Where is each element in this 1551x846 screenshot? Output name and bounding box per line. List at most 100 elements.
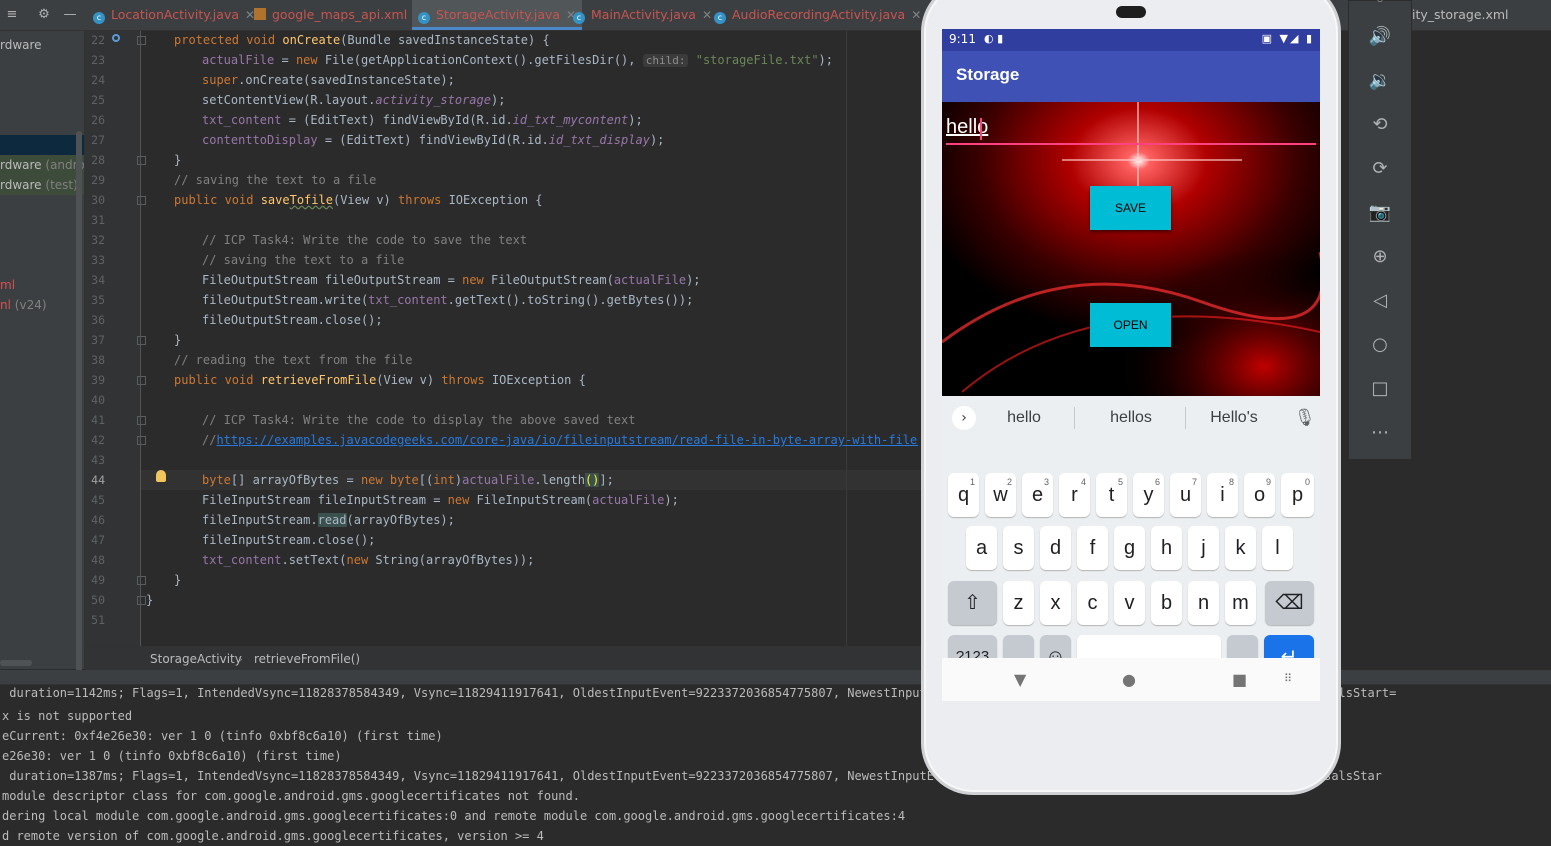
fold-marker-icon[interactable] bbox=[137, 436, 146, 445]
key-u[interactable]: u7 bbox=[1170, 473, 1201, 517]
log-line: x is not supported bbox=[2, 709, 133, 723]
project-item-selected[interactable] bbox=[0, 135, 84, 155]
code-line: // saving the text to a file bbox=[202, 253, 405, 267]
gutter: 22 23 24 25 26 27 28 29 30 31 32 33 34 3… bbox=[85, 31, 146, 646]
line-number: 37 bbox=[91, 333, 105, 347]
key-k[interactable]: k bbox=[1225, 526, 1256, 570]
key-g[interactable]: g bbox=[1114, 526, 1145, 570]
tab-google-maps-api[interactable]: google_maps_api.xml✕ bbox=[254, 0, 423, 30]
content-edit-text[interactable]: hello bbox=[946, 116, 1316, 146]
back-icon[interactable]: ◁ bbox=[1368, 289, 1392, 313]
code-line: fileInputStream.close(); bbox=[202, 533, 376, 547]
code-line: } bbox=[174, 333, 182, 347]
scrollbar[interactable] bbox=[76, 131, 82, 691]
key-z[interactable]: z bbox=[1003, 581, 1034, 625]
collapse-icon[interactable]: ≡ bbox=[4, 7, 20, 23]
tab-main-activity[interactable]: c MainActivity.java ✕ bbox=[573, 0, 712, 30]
key-n[interactable]: n bbox=[1188, 581, 1219, 625]
suggestion-item[interactable]: hellos bbox=[1085, 396, 1177, 440]
volume-down-icon[interactable]: 🔉 bbox=[1368, 69, 1392, 93]
phone-screen[interactable]: 9:11 ◐ ▮ ▣ ▼◢ ▮ Storage hello SAVE OPEN … bbox=[942, 29, 1320, 701]
key-c[interactable]: c bbox=[1077, 581, 1108, 625]
microphone-icon[interactable]: 🎙 bbox=[1294, 408, 1316, 428]
breadcrumb-item[interactable]: retrieveFromFile() bbox=[254, 647, 360, 671]
tab-storage-activity[interactable]: c StorageActivity.java ✕ bbox=[412, 0, 583, 30]
key-q[interactable]: q1 bbox=[948, 473, 979, 517]
java-class-icon: c bbox=[93, 12, 105, 24]
key-d[interactable]: d bbox=[1040, 526, 1071, 570]
more-icon[interactable]: ⋯ bbox=[1368, 421, 1392, 445]
power-icon[interactable]: ◦ bbox=[1368, 0, 1392, 13]
key-h[interactable]: h bbox=[1151, 526, 1182, 570]
key-v[interactable]: v bbox=[1114, 581, 1145, 625]
key-m[interactable]: m bbox=[1225, 581, 1256, 625]
lightbulb-icon[interactable] bbox=[156, 470, 166, 482]
fold-marker-icon[interactable] bbox=[137, 156, 146, 165]
fold-marker-icon[interactable] bbox=[137, 376, 146, 385]
key-b[interactable]: b bbox=[1151, 581, 1182, 625]
back-icon[interactable]: ▼ bbox=[1014, 670, 1026, 689]
code-line: // reading the text from the file bbox=[174, 353, 413, 367]
project-item[interactable]: rdware (androi bbox=[0, 155, 84, 175]
shift-key[interactable]: ⇧ bbox=[948, 581, 997, 625]
override-marker-icon[interactable] bbox=[112, 34, 120, 42]
camera-icon[interactable]: 📷 bbox=[1368, 201, 1392, 225]
key-l[interactable]: l bbox=[1262, 526, 1293, 570]
key-a[interactable]: a bbox=[966, 526, 997, 570]
suggestion-item[interactable]: Hello's bbox=[1188, 396, 1280, 440]
close-icon[interactable]: ✕ bbox=[911, 8, 921, 22]
open-button[interactable]: OPEN bbox=[1090, 303, 1171, 347]
key-p[interactable]: p0 bbox=[1281, 473, 1314, 517]
fold-marker-icon[interactable] bbox=[137, 576, 146, 585]
fold-marker-icon[interactable] bbox=[137, 336, 146, 345]
project-item[interactable]: rdware (test) bbox=[0, 175, 84, 195]
key-o[interactable]: o9 bbox=[1244, 473, 1275, 517]
volume-up-icon[interactable]: 🔊 bbox=[1368, 25, 1392, 49]
fold-marker-icon[interactable] bbox=[137, 36, 146, 45]
key-i[interactable]: i8 bbox=[1207, 473, 1238, 517]
code-url-link[interactable]: https://examples.javacodegeeks.com/core-… bbox=[216, 433, 918, 447]
gear-icon[interactable]: ⚙ bbox=[36, 7, 52, 23]
fold-marker-icon[interactable] bbox=[137, 196, 146, 205]
rotate-left-icon[interactable]: ⟲ bbox=[1368, 113, 1392, 137]
close-icon[interactable]: ✕ bbox=[702, 8, 712, 22]
key-r[interactable]: r4 bbox=[1059, 473, 1090, 517]
key-x[interactable]: x bbox=[1040, 581, 1071, 625]
suggestion-item[interactable]: hello bbox=[964, 396, 1084, 440]
home-icon[interactable]: ○ bbox=[1368, 333, 1392, 357]
key-w[interactable]: w2 bbox=[985, 473, 1016, 517]
backspace-key[interactable]: ⌫ bbox=[1265, 581, 1314, 625]
edit-underline bbox=[946, 143, 1316, 145]
tab-activity-storage-xml[interactable]: ity_storage.xml bbox=[1410, 0, 1551, 30]
overview-icon[interactable]: □ bbox=[1368, 377, 1392, 401]
code-editor[interactable]: 22 23 24 25 26 27 28 29 30 31 32 33 34 3… bbox=[85, 31, 925, 646]
key-j[interactable]: j bbox=[1188, 526, 1219, 570]
java-class-icon: c bbox=[573, 12, 585, 24]
breadcrumb-item[interactable]: StorageActivity bbox=[150, 647, 242, 671]
key-t[interactable]: t5 bbox=[1096, 473, 1127, 517]
tab-location-activity[interactable]: c LocationActivity.java ✕ bbox=[93, 0, 255, 30]
keyboard-switch-icon[interactable]: ⠿ bbox=[1284, 672, 1292, 685]
key-s[interactable]: s bbox=[1003, 526, 1034, 570]
line-number: 22 bbox=[91, 33, 105, 47]
project-item[interactable]: nl (v24) bbox=[0, 295, 84, 315]
zoom-icon[interactable]: ⊕ bbox=[1368, 245, 1392, 269]
key-e[interactable]: e3 bbox=[1022, 473, 1053, 517]
line-number: 32 bbox=[91, 233, 105, 247]
fold-marker-icon[interactable] bbox=[137, 416, 146, 425]
recents-icon[interactable]: ■ bbox=[1232, 670, 1247, 689]
project-item[interactable]: rdware bbox=[0, 35, 84, 55]
scrollbar[interactable] bbox=[0, 660, 32, 666]
home-icon[interactable]: ● bbox=[1122, 670, 1136, 689]
key-y[interactable]: y6 bbox=[1133, 473, 1164, 517]
rotate-right-icon[interactable]: ⟳ bbox=[1368, 157, 1392, 181]
tab-audio-recording-activity[interactable]: c AudioRecordingActivity.java ✕ bbox=[714, 0, 921, 30]
key-f[interactable]: f bbox=[1077, 526, 1108, 570]
save-button[interactable]: SAVE bbox=[1090, 186, 1171, 230]
code-line: //https://examples.javacodegeeks.com/cor… bbox=[202, 430, 918, 450]
fold-marker-icon[interactable] bbox=[137, 596, 146, 605]
line-number: 23 bbox=[91, 53, 105, 67]
code-line: FileOutputStream fileOutputStream = new … bbox=[202, 273, 701, 287]
project-item[interactable]: ml bbox=[0, 275, 84, 295]
minimize-icon[interactable]: — bbox=[62, 7, 78, 23]
